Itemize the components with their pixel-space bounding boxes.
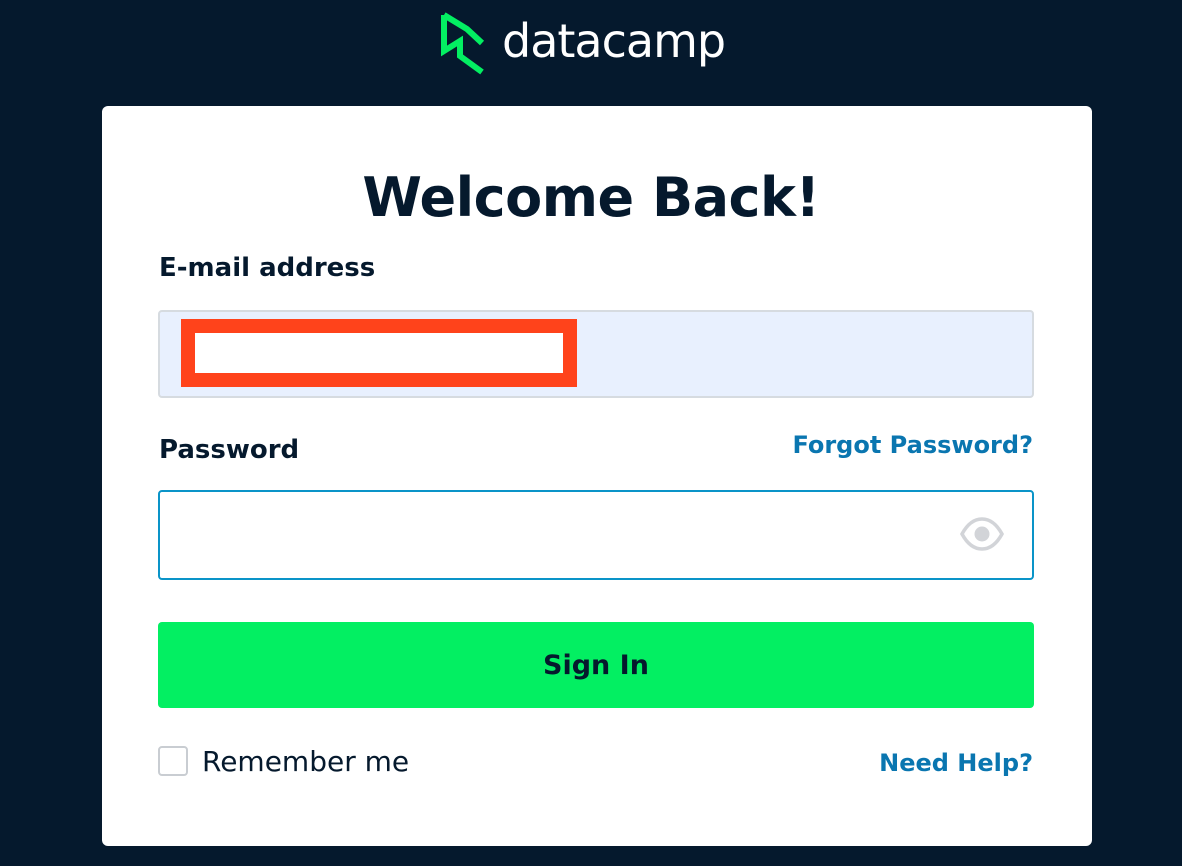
page-header: datacamp [0, 0, 1182, 106]
email-label: E-mail address [159, 253, 376, 283]
need-help-link[interactable]: Need Help? [879, 748, 1033, 778]
page-title: Welcome Back! [362, 166, 820, 229]
datacamp-logo-icon [441, 12, 485, 75]
forgot-password-link[interactable]: Forgot Password? [792, 430, 1033, 460]
remember-me-checkbox[interactable] [158, 746, 188, 776]
sign-in-button[interactable]: Sign In [158, 622, 1034, 708]
eye-icon[interactable] [960, 516, 1004, 552]
redaction-box [181, 319, 577, 387]
password-label: Password [159, 435, 300, 465]
password-field[interactable] [158, 490, 1034, 580]
datacamp-logo[interactable]: datacamp [440, 10, 726, 78]
password-input[interactable] [178, 492, 942, 580]
email-field[interactable] [158, 310, 1034, 398]
logo-wordmark: datacamp [502, 14, 726, 68]
remember-me-label[interactable]: Remember me [202, 744, 409, 780]
